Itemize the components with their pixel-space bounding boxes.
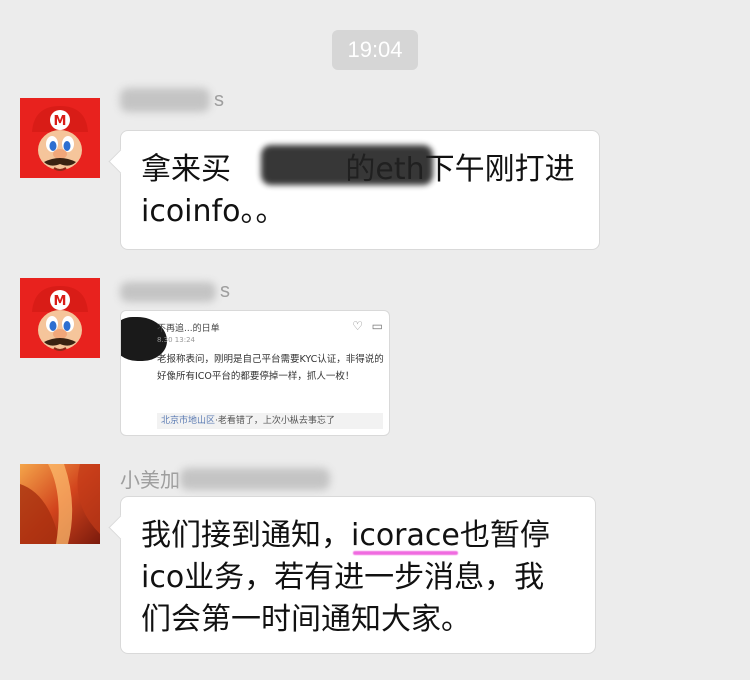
- screenshot-image-message[interactable]: 不再追...的日单 8.30 13:24 ♡ ▭ 老报称表问，刚明是自己平台需要…: [120, 310, 390, 436]
- screenshot-reply: 北京市地山区·老看错了，上次小枞去事忘了: [157, 413, 383, 429]
- redacted-name: [180, 467, 330, 490]
- message-text: 我们接到通知，icorace也暂停 ico业务，若有进一步消息，我 们会第一时间…: [141, 515, 575, 641]
- message-bubble[interactable]: 我们接到通知，icorace也暂停 ico业务，若有进一步消息，我 们会第一时间…: [120, 496, 596, 654]
- like-icon: ♡: [352, 319, 363, 333]
- canyon-avatar[interactable]: [20, 464, 100, 544]
- redacted-name: [120, 281, 216, 302]
- mario-avatar[interactable]: M: [20, 278, 100, 358]
- comment-icon: ▭: [371, 319, 383, 333]
- redaction-scribble: [261, 145, 433, 185]
- svg-text:M: M: [54, 114, 67, 129]
- sender-name: s: [120, 280, 230, 310]
- screenshot-poster: 不再追...的日单: [157, 324, 220, 334]
- sender-name: s: [120, 88, 224, 118]
- redacted-name: [120, 88, 210, 112]
- sender-name: 小美加: [120, 464, 330, 494]
- timestamp-badge: 19:04: [332, 30, 418, 70]
- screenshot-body: 老报称表问，刚明是自己平台需要KYC认证，非得说的好像所有ICO平台的都要停掉一…: [157, 354, 384, 382]
- mario-avatar[interactable]: M: [20, 98, 100, 178]
- screenshot-date: 8.30 13:24: [157, 336, 195, 344]
- message-bubble[interactable]: 拿来买 的eth下午刚打进 icoinfo。。: [120, 130, 600, 250]
- highlighted-keyword: icorace: [351, 515, 460, 557]
- svg-text:M: M: [54, 294, 67, 309]
